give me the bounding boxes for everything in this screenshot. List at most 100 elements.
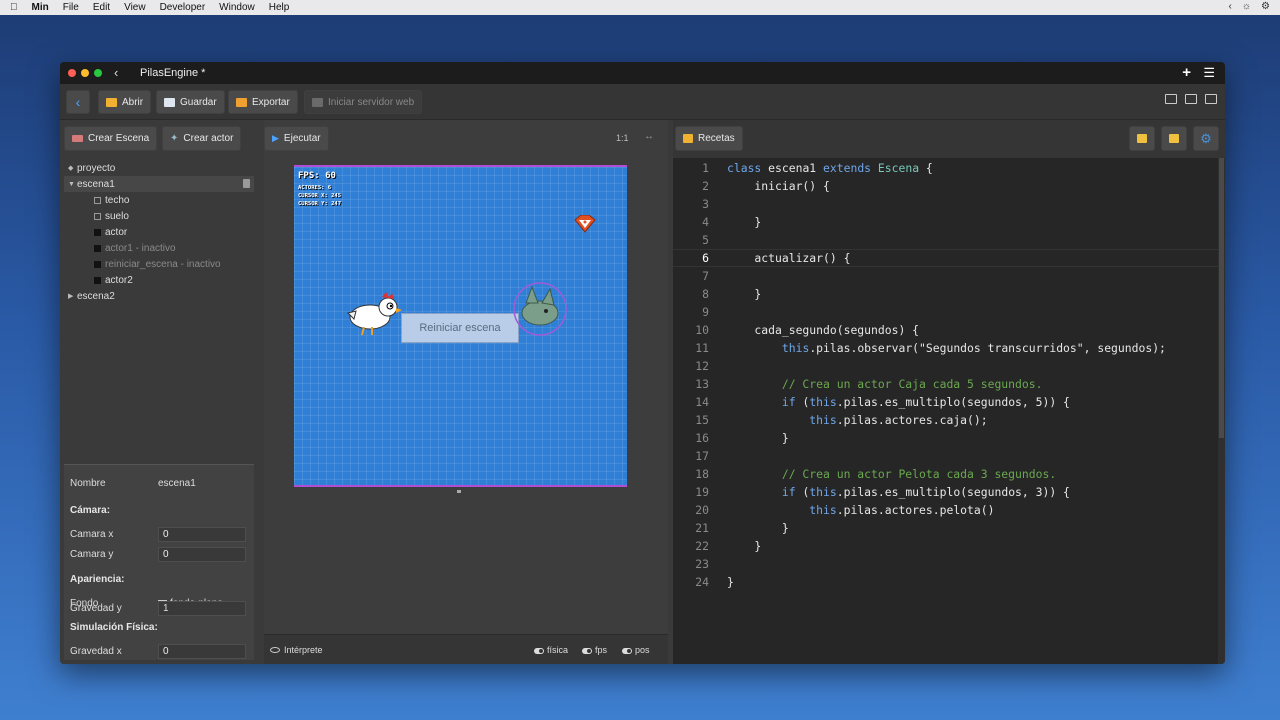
code-line[interactable]: 5 <box>673 231 1218 249</box>
physics-toggle[interactable]: física <box>534 645 568 655</box>
code-line[interactable]: 12 <box>673 357 1218 375</box>
create-scene-button[interactable]: Crear Escena <box>64 126 158 151</box>
expand-arrows-icon[interactable]: ↔ <box>644 131 654 142</box>
menu-help[interactable]: Help <box>269 2 290 13</box>
run-button[interactable]: ▶ Ejecutar <box>264 126 329 151</box>
fps-toggle[interactable]: fps <box>582 645 607 655</box>
editor-scrollbar[interactable] <box>1218 158 1225 664</box>
create-actor-button[interactable]: ✦ Crear actor <box>162 126 242 151</box>
tree-item-scene1[interactable]: ▼ escena1 <box>64 176 254 192</box>
camera-y-input[interactable]: 0 <box>158 546 246 562</box>
menu-edit[interactable]: Edit <box>93 2 110 13</box>
menu-developer[interactable]: Developer <box>160 2 206 13</box>
menu-view[interactable]: View <box>124 2 146 13</box>
back-button[interactable]: ‹ <box>66 90 90 114</box>
code-text: } <box>727 287 761 301</box>
export-button[interactable]: Exportar <box>228 90 298 114</box>
code-line[interactable]: 11 this.pilas.observar("Segundos transcu… <box>673 339 1218 357</box>
save-button[interactable]: Guardar <box>156 90 225 114</box>
pos-toggle[interactable]: pos <box>622 645 650 655</box>
chevron-left-icon[interactable]: ‹ <box>114 65 118 80</box>
code-line[interactable]: 6 actualizar() { <box>673 249 1218 267</box>
caret-right-icon[interactable]: ▶ <box>68 292 74 300</box>
code-line[interactable]: 21 } <box>673 519 1218 537</box>
tree-item-techo[interactable]: techo <box>64 192 254 208</box>
tree-item-actor2[interactable]: actor2 <box>64 272 254 288</box>
start-web-server-button[interactable]: Iniciar servidor web <box>304 90 423 114</box>
back-arrow-icon[interactable]: ‹ <box>1229 1 1232 12</box>
hamburger-menu-icon[interactable]: ☰ <box>1203 65 1215 81</box>
code-token: .pilas.actores.pelota() <box>836 503 995 517</box>
code-line[interactable]: 23 <box>673 555 1218 573</box>
code-token: cada_segundo(segundos) { <box>727 323 920 337</box>
code-line[interactable]: 1 class escena1 extends Escena { <box>673 159 1218 177</box>
tree-item-actor1[interactable]: actor1 - inactivo <box>64 240 254 256</box>
new-tab-plus-icon[interactable]: + <box>1182 64 1191 81</box>
tree-item-label: actor2 <box>105 274 133 286</box>
code-area[interactable]: 1 class escena1 extends Escena {2 iniciar… <box>673 158 1218 664</box>
tree-item-label: reiniciar_escena - inactivo <box>105 258 221 270</box>
game-canvas[interactable]: FPS: 60 ACTORES: 6 CURSOR X: 245 CURSOR … <box>294 165 627 487</box>
name-value[interactable]: escena1 <box>158 478 196 489</box>
menu-window[interactable]: Window <box>219 2 255 13</box>
code-line[interactable]: 10 cada_segundo(segundos) { <box>673 321 1218 339</box>
export-button-label: Exportar <box>252 96 290 108</box>
code-line[interactable]: 18 // Crea un actor Pelota cada 3 segund… <box>673 465 1218 483</box>
tree-item-actor[interactable]: actor <box>64 224 254 240</box>
code-line[interactable]: 8 } <box>673 285 1218 303</box>
gravity-y-input[interactable]: 1 <box>158 600 246 616</box>
canvas-resize-handle[interactable] <box>457 490 461 493</box>
code-line[interactable]: 2 iniciar() { <box>673 177 1218 195</box>
menu-app-name[interactable]: Min <box>32 2 49 13</box>
layout-center-icon[interactable] <box>1185 94 1197 104</box>
code-line[interactable]: 13 // Crea un actor Caja cada 5 segundos… <box>673 375 1218 393</box>
actor-square-filled-icon <box>94 228 101 236</box>
code-line[interactable]: 9 <box>673 303 1218 321</box>
code-token: class <box>727 161 762 175</box>
tree-item-scene2[interactable]: ▶ escena2 <box>64 288 254 304</box>
apple-icon[interactable]:  <box>10 2 18 13</box>
tree-item-project[interactable]: ◆ proyecto <box>64 160 254 176</box>
chef-hat-icon <box>683 134 693 143</box>
menu-file[interactable]: File <box>63 2 79 13</box>
code-line[interactable]: 19 if (this.pilas.es_multiplo(segundos, … <box>673 483 1218 501</box>
diamond-actor-sprite[interactable] <box>573 215 597 233</box>
code-line[interactable]: 14 if (this.pilas.es_multiplo(segundos, … <box>673 393 1218 411</box>
restart-scene-button[interactable]: Reiniciar escena <box>401 313 519 343</box>
code-line[interactable]: 3 <box>673 195 1218 213</box>
code-line[interactable]: 4 } <box>673 213 1218 231</box>
tree-item-suelo[interactable]: suelo <box>64 208 254 224</box>
brightness-icon[interactable]: ☼ <box>1242 1 1251 12</box>
close-window-button[interactable] <box>68 69 76 77</box>
line-number: 14 <box>695 395 709 409</box>
recipes-button[interactable]: Recetas <box>675 126 743 151</box>
zoom-level[interactable]: 1:1 <box>616 133 629 143</box>
tree-item-reiniciar-escena[interactable]: reiniciar_escena - inactivo <box>64 256 254 272</box>
interpreter-toggle[interactable]: Intérprete <box>270 645 323 655</box>
gravity-x-input[interactable]: 0 <box>158 643 246 659</box>
new-file-button[interactable] <box>1129 126 1155 151</box>
code-line[interactable]: 15 this.pilas.actores.caja(); <box>673 411 1218 429</box>
code-line[interactable]: 16 } <box>673 429 1218 447</box>
zoom-window-button[interactable] <box>94 69 102 77</box>
minimize-window-button[interactable] <box>81 69 89 77</box>
gear-icon[interactable]: ⚙ <box>1261 1 1270 12</box>
code-token: .pilas.actores.caja(); <box>836 413 988 427</box>
code-text: } <box>727 431 789 445</box>
camera-x-input[interactable]: 0 <box>158 526 246 542</box>
open-button[interactable]: Abrir <box>98 90 152 114</box>
code-line[interactable]: 7 <box>673 267 1218 285</box>
settings-button[interactable]: ⚙ <box>1193 126 1219 151</box>
open-folder-button[interactable] <box>1161 126 1187 151</box>
code-line[interactable]: 20 this.pilas.actores.pelota() <box>673 501 1218 519</box>
code-line[interactable]: 24} <box>673 573 1218 591</box>
layout-left-panel-icon[interactable] <box>1165 94 1177 104</box>
alien-actor-sprite[interactable] <box>512 281 568 337</box>
caret-down-icon[interactable]: ▼ <box>68 181 75 188</box>
editor-scrollbar-thumb[interactable] <box>1219 158 1224 438</box>
chicken-actor-sprite[interactable] <box>342 291 404 337</box>
trash-icon[interactable] <box>243 179 250 188</box>
code-line[interactable]: 17 <box>673 447 1218 465</box>
code-line[interactable]: 22 } <box>673 537 1218 555</box>
layout-right-panel-icon[interactable] <box>1205 94 1217 104</box>
